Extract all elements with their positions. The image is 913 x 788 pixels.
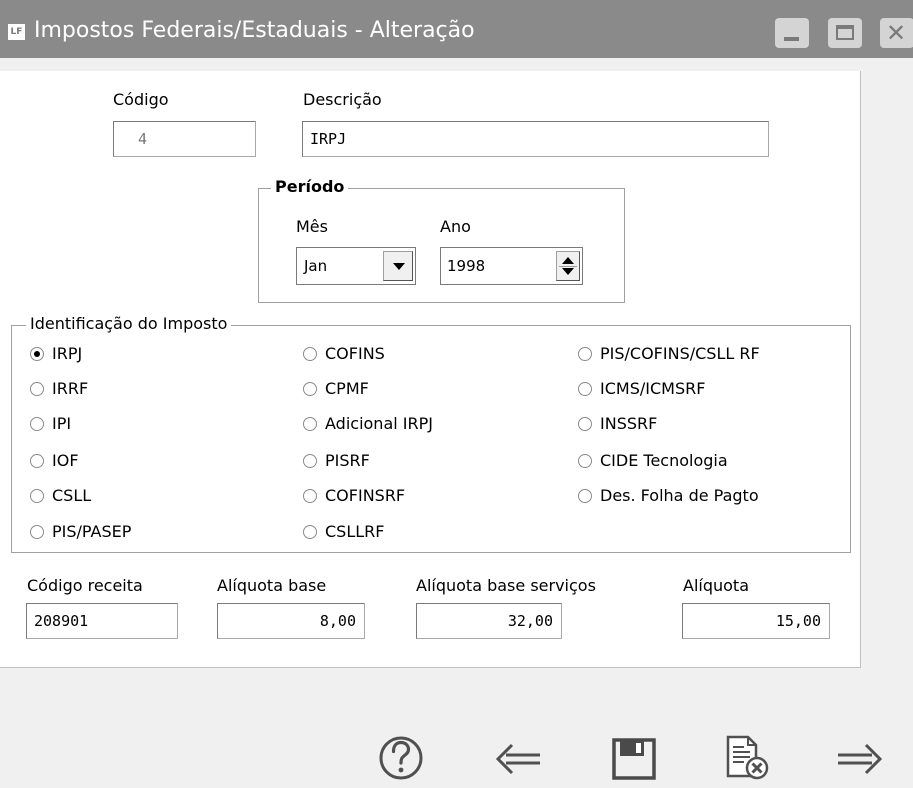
minimize-button[interactable] (775, 18, 809, 48)
descricao-field[interactable]: IRPJ (302, 121, 769, 157)
periodo-group (258, 188, 625, 303)
aliquota-field[interactable]: 15,00 (682, 603, 830, 639)
aliquota-base-label: Alíquota base (217, 576, 327, 595)
help-icon (379, 736, 423, 780)
identificacao-legend: Identificação do Imposto (26, 314, 232, 334)
spin-up-icon[interactable] (562, 257, 574, 264)
aliquota-label: Alíquota (683, 576, 749, 595)
minimize-icon (784, 37, 799, 41)
cancel-document-icon (726, 735, 769, 780)
forward-button[interactable] (836, 730, 892, 784)
radio-icon (578, 347, 592, 361)
aliquota-base-field[interactable]: 8,00 (217, 603, 365, 639)
radio-icon (303, 417, 317, 431)
radio-icon (303, 454, 317, 468)
radio-icon (30, 489, 44, 503)
radio-icon (578, 382, 592, 396)
radio-icon (30, 382, 44, 396)
ano-label: Ano (440, 217, 471, 236)
aliquota-base-servicos-label: Alíquota base serviços (416, 576, 596, 595)
radio-icon (303, 489, 317, 503)
ano-spinner[interactable]: 1998 (440, 247, 583, 285)
help-button[interactable] (377, 730, 433, 784)
form-panel: Código 4 Descrição IRPJ Período Mês Jan … (0, 71, 861, 668)
radio-icon (30, 417, 44, 431)
radio-icon (578, 454, 592, 468)
back-button[interactable] (492, 730, 548, 784)
back-arrow-icon (495, 743, 540, 775)
radio-icon (30, 454, 44, 468)
codigo-label: Código (113, 90, 169, 109)
mes-dropdown[interactable]: Jan (296, 247, 416, 285)
maximize-button[interactable] (828, 18, 862, 48)
close-icon: ✕ (886, 19, 907, 47)
radio-icon (303, 382, 317, 396)
app-icon: LF (8, 24, 25, 40)
codigo-receita-label: Código receita (27, 576, 143, 595)
save-icon (612, 738, 656, 780)
radio-icon (578, 417, 592, 431)
save-button[interactable] (608, 730, 664, 784)
periodo-legend: Período (271, 177, 349, 197)
descricao-label: Descrição (303, 90, 382, 109)
radio-icon (578, 489, 592, 503)
spinner-buttons[interactable] (556, 251, 580, 281)
window-title: Impostos Federais/Estaduais - Alteração (34, 18, 475, 43)
aliquota-base-servicos-field[interactable]: 32,00 (416, 603, 562, 639)
mes-label: Mês (296, 217, 328, 236)
codigo-field: 4 (113, 121, 256, 157)
radio-icon (30, 525, 44, 539)
chevron-down-icon[interactable] (383, 251, 413, 281)
radio-checked-icon (30, 347, 44, 361)
forward-arrow-icon (838, 743, 883, 775)
maximize-icon (836, 25, 854, 40)
ano-value: 1998 (447, 257, 486, 275)
radio-icon (303, 347, 317, 361)
codigo-receita-field[interactable]: 208901 (26, 603, 178, 639)
close-button[interactable]: ✕ (880, 18, 913, 48)
spin-down-icon[interactable] (562, 268, 574, 275)
radio-icon (303, 525, 317, 539)
cancel-button[interactable] (722, 730, 778, 784)
title-bar: LF Impostos Federais/Estaduais - Alteraç… (0, 0, 913, 58)
mes-value: Jan (304, 257, 328, 275)
